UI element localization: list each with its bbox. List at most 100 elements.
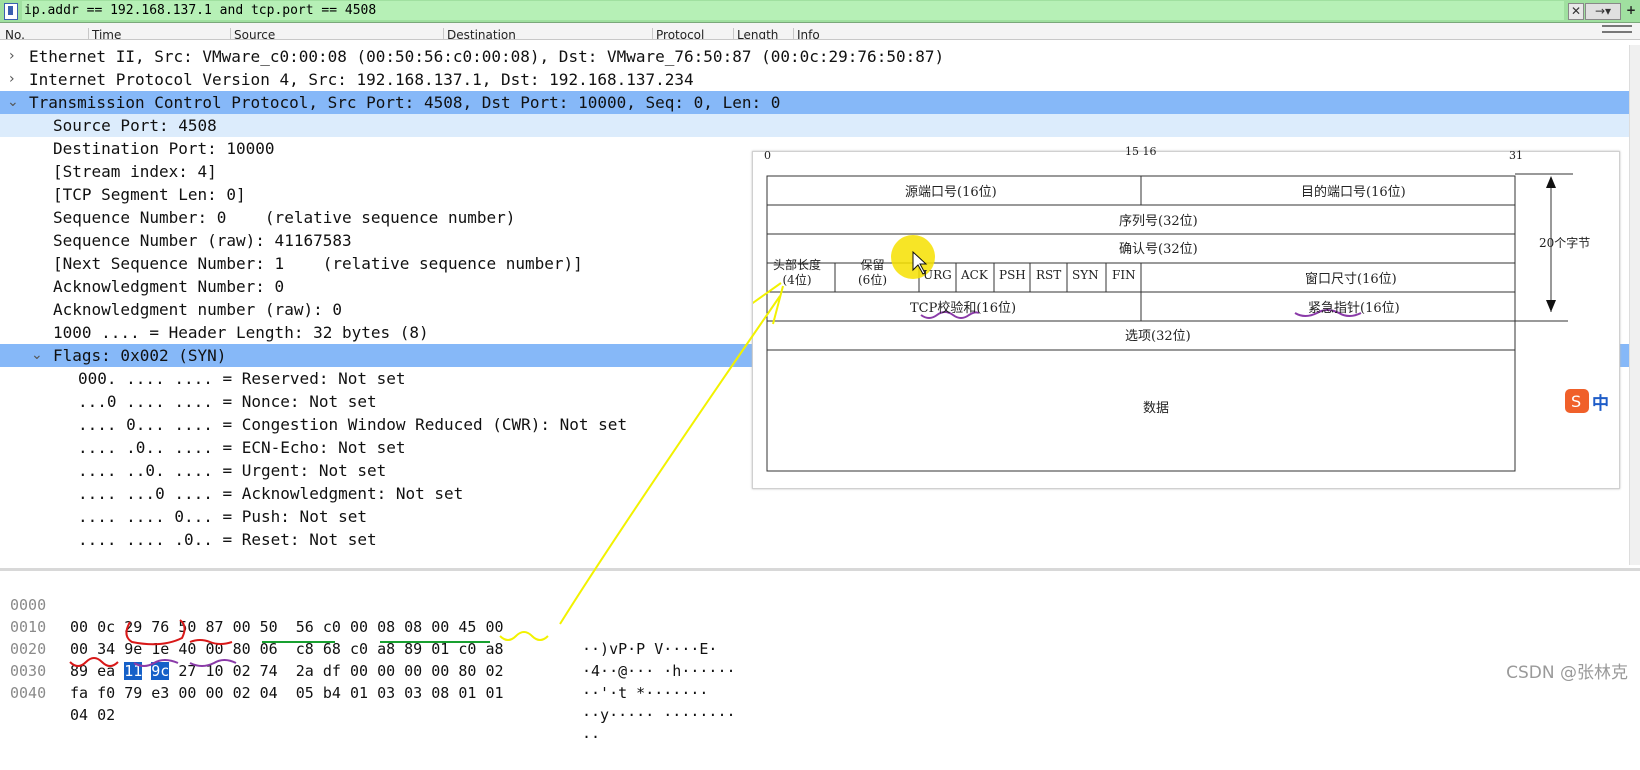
column-protocol[interactable]: Protocol bbox=[652, 28, 704, 39]
hex-byte[interactable]: 9e bbox=[124, 640, 142, 658]
expand-chevron-icon[interactable]: › bbox=[9, 45, 15, 68]
tree-item-tcp[interactable]: ⌄ Transmission Control Protocol, Src Por… bbox=[0, 91, 1640, 114]
hex-byte[interactable]: df bbox=[323, 662, 341, 680]
filter-bookmark-icon[interactable] bbox=[4, 3, 18, 20]
hex-row[interactable]: 0040 04 02 ·· bbox=[0, 660, 600, 746]
hex-byte[interactable]: 89 bbox=[70, 662, 88, 680]
hex-byte[interactable]: 04 bbox=[70, 706, 88, 724]
column-menu-icon[interactable] bbox=[1602, 25, 1632, 39]
hex-byte[interactable]: 0c bbox=[97, 618, 115, 636]
hex-byte[interactable]: 02 bbox=[485, 662, 503, 680]
hex-byte[interactable]: 11 bbox=[124, 662, 143, 680]
hex-byte[interactable]: 00 bbox=[205, 684, 223, 702]
hex-byte[interactable]: 00 bbox=[233, 618, 251, 636]
hex-byte[interactable]: 79 bbox=[124, 684, 142, 702]
hex-byte[interactable]: 40 bbox=[178, 640, 196, 658]
hex-byte[interactable]: 00 bbox=[350, 662, 368, 680]
collapse-chevron-icon[interactable]: ⌄ bbox=[7, 91, 19, 114]
hex-byte[interactable]: 02 bbox=[233, 662, 251, 680]
column-time[interactable]: Time bbox=[88, 28, 121, 39]
hex-byte[interactable]: 34 bbox=[97, 640, 115, 658]
hex-byte[interactable]: f0 bbox=[97, 684, 115, 702]
hex-byte[interactable]: a8 bbox=[377, 640, 395, 658]
hex-byte[interactable]: 87 bbox=[205, 618, 223, 636]
apply-filter-button[interactable]: →▾ bbox=[1585, 3, 1621, 20]
hex-byte[interactable]: fa bbox=[70, 684, 88, 702]
tree-item-flag-reset[interactable]: .... .... .0.. = Reset: Not set bbox=[0, 528, 1640, 551]
column-no[interactable]: No. bbox=[2, 28, 25, 39]
hex-byte[interactable]: 01 bbox=[458, 684, 476, 702]
column-destination[interactable]: Destination bbox=[443, 28, 516, 39]
hex-byte[interactable]: 01 bbox=[485, 684, 503, 702]
hex-byte[interactable]: 01 bbox=[431, 640, 449, 658]
hex-byte[interactable]: c8 bbox=[296, 640, 314, 658]
hex-byte[interactable]: 08 bbox=[377, 618, 395, 636]
hex-byte[interactable]: 50 bbox=[178, 618, 196, 636]
display-filter-toolbar: ip.addr == 192.168.137.1 and tcp.port ==… bbox=[0, 0, 1640, 23]
hex-row[interactable]: 00 00 00 0c 29 76 50 87 00 50 56 c0 00 08… bbox=[0, 572, 717, 658]
hex-byte[interactable]: 27 bbox=[178, 662, 196, 680]
hex-byte[interactable]: 2a bbox=[296, 662, 314, 680]
hex-byte[interactable]: 00 bbox=[205, 640, 223, 658]
hex-byte[interactable]: 01 bbox=[350, 684, 368, 702]
hex-row[interactable]: 0030 fa f0 79 e3 00 00 02 04 05 b4 01 03… bbox=[0, 638, 736, 724]
hex-byte[interactable]: 1e bbox=[151, 640, 169, 658]
hex-byte[interactable]: 9c bbox=[151, 662, 170, 680]
hex-byte[interactable]: 05 bbox=[296, 684, 314, 702]
hex-row[interactable]: 0020 89 ea 11 9c 27 10 02 74 2a df 00 00… bbox=[0, 616, 708, 702]
hex-byte[interactable]: 03 bbox=[404, 684, 422, 702]
bit-label-31: 31 bbox=[1509, 149, 1523, 162]
hex-byte[interactable]: 03 bbox=[377, 684, 395, 702]
hex-byte[interactable]: 02 bbox=[97, 706, 115, 724]
hex-byte[interactable]: 29 bbox=[124, 618, 142, 636]
hex-byte[interactable]: 00 bbox=[350, 618, 368, 636]
hex-byte[interactable]: 00 bbox=[178, 684, 196, 702]
collapse-chevron-icon[interactable]: ⌄ bbox=[31, 344, 43, 367]
pane-splitter[interactable] bbox=[0, 568, 1640, 571]
details-scrollbar[interactable] bbox=[1629, 45, 1640, 565]
hex-byte[interactable]: 00 bbox=[70, 640, 88, 658]
hex-row[interactable]: 00 10 00 34 9e 1e 40 00 80 06 c8 68 c0 a8… bbox=[0, 594, 736, 680]
tree-item-flag-push[interactable]: .... .... 0... = Push: Not set bbox=[0, 505, 1640, 528]
hex-byte[interactable]: e3 bbox=[151, 684, 169, 702]
expand-chevron-icon[interactable]: › bbox=[9, 68, 15, 91]
column-info[interactable]: Info bbox=[793, 28, 820, 39]
tree-item-ip[interactable]: › Internet Protocol Version 4, Src: 192.… bbox=[0, 68, 1640, 91]
display-filter-input[interactable]: ip.addr == 192.168.137.1 and tcp.port ==… bbox=[22, 1, 1564, 20]
column-length[interactable]: Length bbox=[733, 28, 778, 39]
hex-byte[interactable]: 00 bbox=[431, 662, 449, 680]
hex-byte[interactable]: 74 bbox=[260, 662, 278, 680]
hex-byte[interactable]: 00 bbox=[404, 662, 422, 680]
hex-byte[interactable]: a8 bbox=[485, 640, 503, 658]
hex-byte[interactable]: 00 bbox=[431, 618, 449, 636]
hex-byte[interactable]: 08 bbox=[431, 684, 449, 702]
hex-byte[interactable]: 04 bbox=[260, 684, 278, 702]
hex-byte[interactable]: 89 bbox=[404, 640, 422, 658]
hex-byte[interactable]: c0 bbox=[458, 640, 476, 658]
column-source[interactable]: Source bbox=[230, 28, 275, 39]
clear-filter-icon[interactable]: ✕ bbox=[1568, 3, 1584, 20]
hex-byte[interactable]: b4 bbox=[323, 684, 341, 702]
hex-byte[interactable]: 68 bbox=[323, 640, 341, 658]
hex-byte[interactable]: 50 bbox=[260, 618, 278, 636]
hex-byte[interactable]: 10 bbox=[205, 662, 223, 680]
hex-byte[interactable]: 00 bbox=[377, 662, 395, 680]
hex-byte[interactable]: c0 bbox=[323, 618, 341, 636]
hex-byte[interactable]: 80 bbox=[458, 662, 476, 680]
tree-item-source-port[interactable]: Source Port: 4508 bbox=[0, 114, 1640, 137]
hex-byte[interactable]: 80 bbox=[233, 640, 251, 658]
hex-byte[interactable]: 00 bbox=[485, 618, 503, 636]
hex-byte[interactable]: 00 bbox=[70, 618, 88, 636]
hex-byte[interactable]: 45 bbox=[458, 618, 476, 636]
hex-byte[interactable]: 06 bbox=[260, 640, 278, 658]
hex-byte[interactable]: c0 bbox=[350, 640, 368, 658]
hex-byte[interactable]: ea bbox=[97, 662, 115, 680]
flag-psh: PSH bbox=[999, 268, 1026, 282]
add-filter-button-icon[interactable]: + bbox=[1624, 3, 1638, 18]
tree-item-ethernet[interactable]: › Ethernet II, Src: VMware_c0:00:08 (00:… bbox=[0, 45, 1640, 68]
input-method-icon[interactable]: S 中 bbox=[1565, 388, 1615, 414]
hex-byte[interactable]: 76 bbox=[151, 618, 169, 636]
hex-byte[interactable]: 08 bbox=[404, 618, 422, 636]
hex-byte[interactable]: 56 bbox=[296, 618, 314, 636]
hex-byte[interactable]: 02 bbox=[233, 684, 251, 702]
